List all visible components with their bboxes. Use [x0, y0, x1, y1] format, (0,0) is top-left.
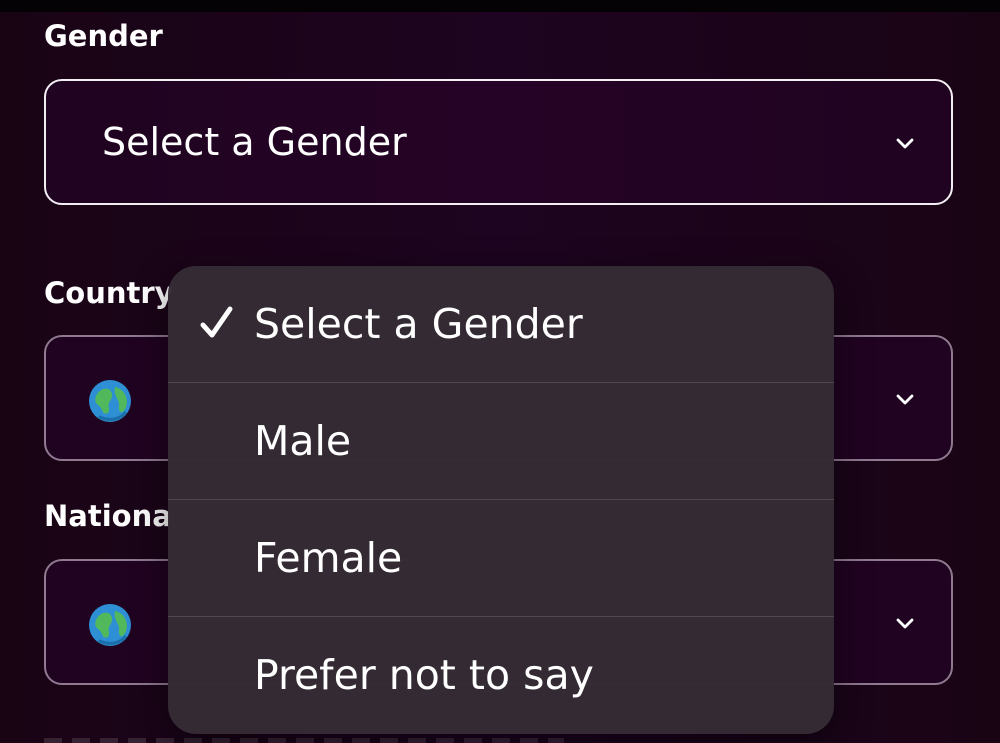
top-status-strip [0, 0, 1000, 12]
gender-label: Gender [44, 19, 163, 53]
gender-select-value: Select a Gender [102, 120, 407, 164]
gender-option-prefer-not-to-say[interactable]: Prefer not to say [168, 617, 834, 734]
chevron-down-icon [895, 613, 915, 633]
gender-dropdown-menu: Select a Gender Male Female Prefer not t… [168, 266, 834, 734]
chevron-down-icon [895, 389, 915, 409]
gender-option-female[interactable]: Female [168, 500, 834, 617]
globe-emoji-icon [88, 603, 132, 647]
gender-option-label: Prefer not to say [254, 651, 594, 699]
country-label: Country [44, 276, 174, 310]
gender-option-label: Select a Gender [254, 300, 583, 348]
chevron-down-icon [895, 133, 915, 153]
nationality-label: Nationa [44, 499, 172, 533]
globe-emoji-icon [88, 379, 132, 423]
checkmark-icon [199, 304, 235, 342]
clipped-bottom-text [44, 738, 564, 743]
gender-selection-screen: Gender Select a Gender Country Nationa S… [0, 0, 1000, 743]
gender-option-label: Female [254, 534, 403, 582]
gender-option-male[interactable]: Male [168, 383, 834, 500]
gender-option-select-a-gender[interactable]: Select a Gender [168, 266, 834, 383]
gender-option-label: Male [254, 417, 352, 465]
gender-select[interactable]: Select a Gender [44, 79, 953, 205]
